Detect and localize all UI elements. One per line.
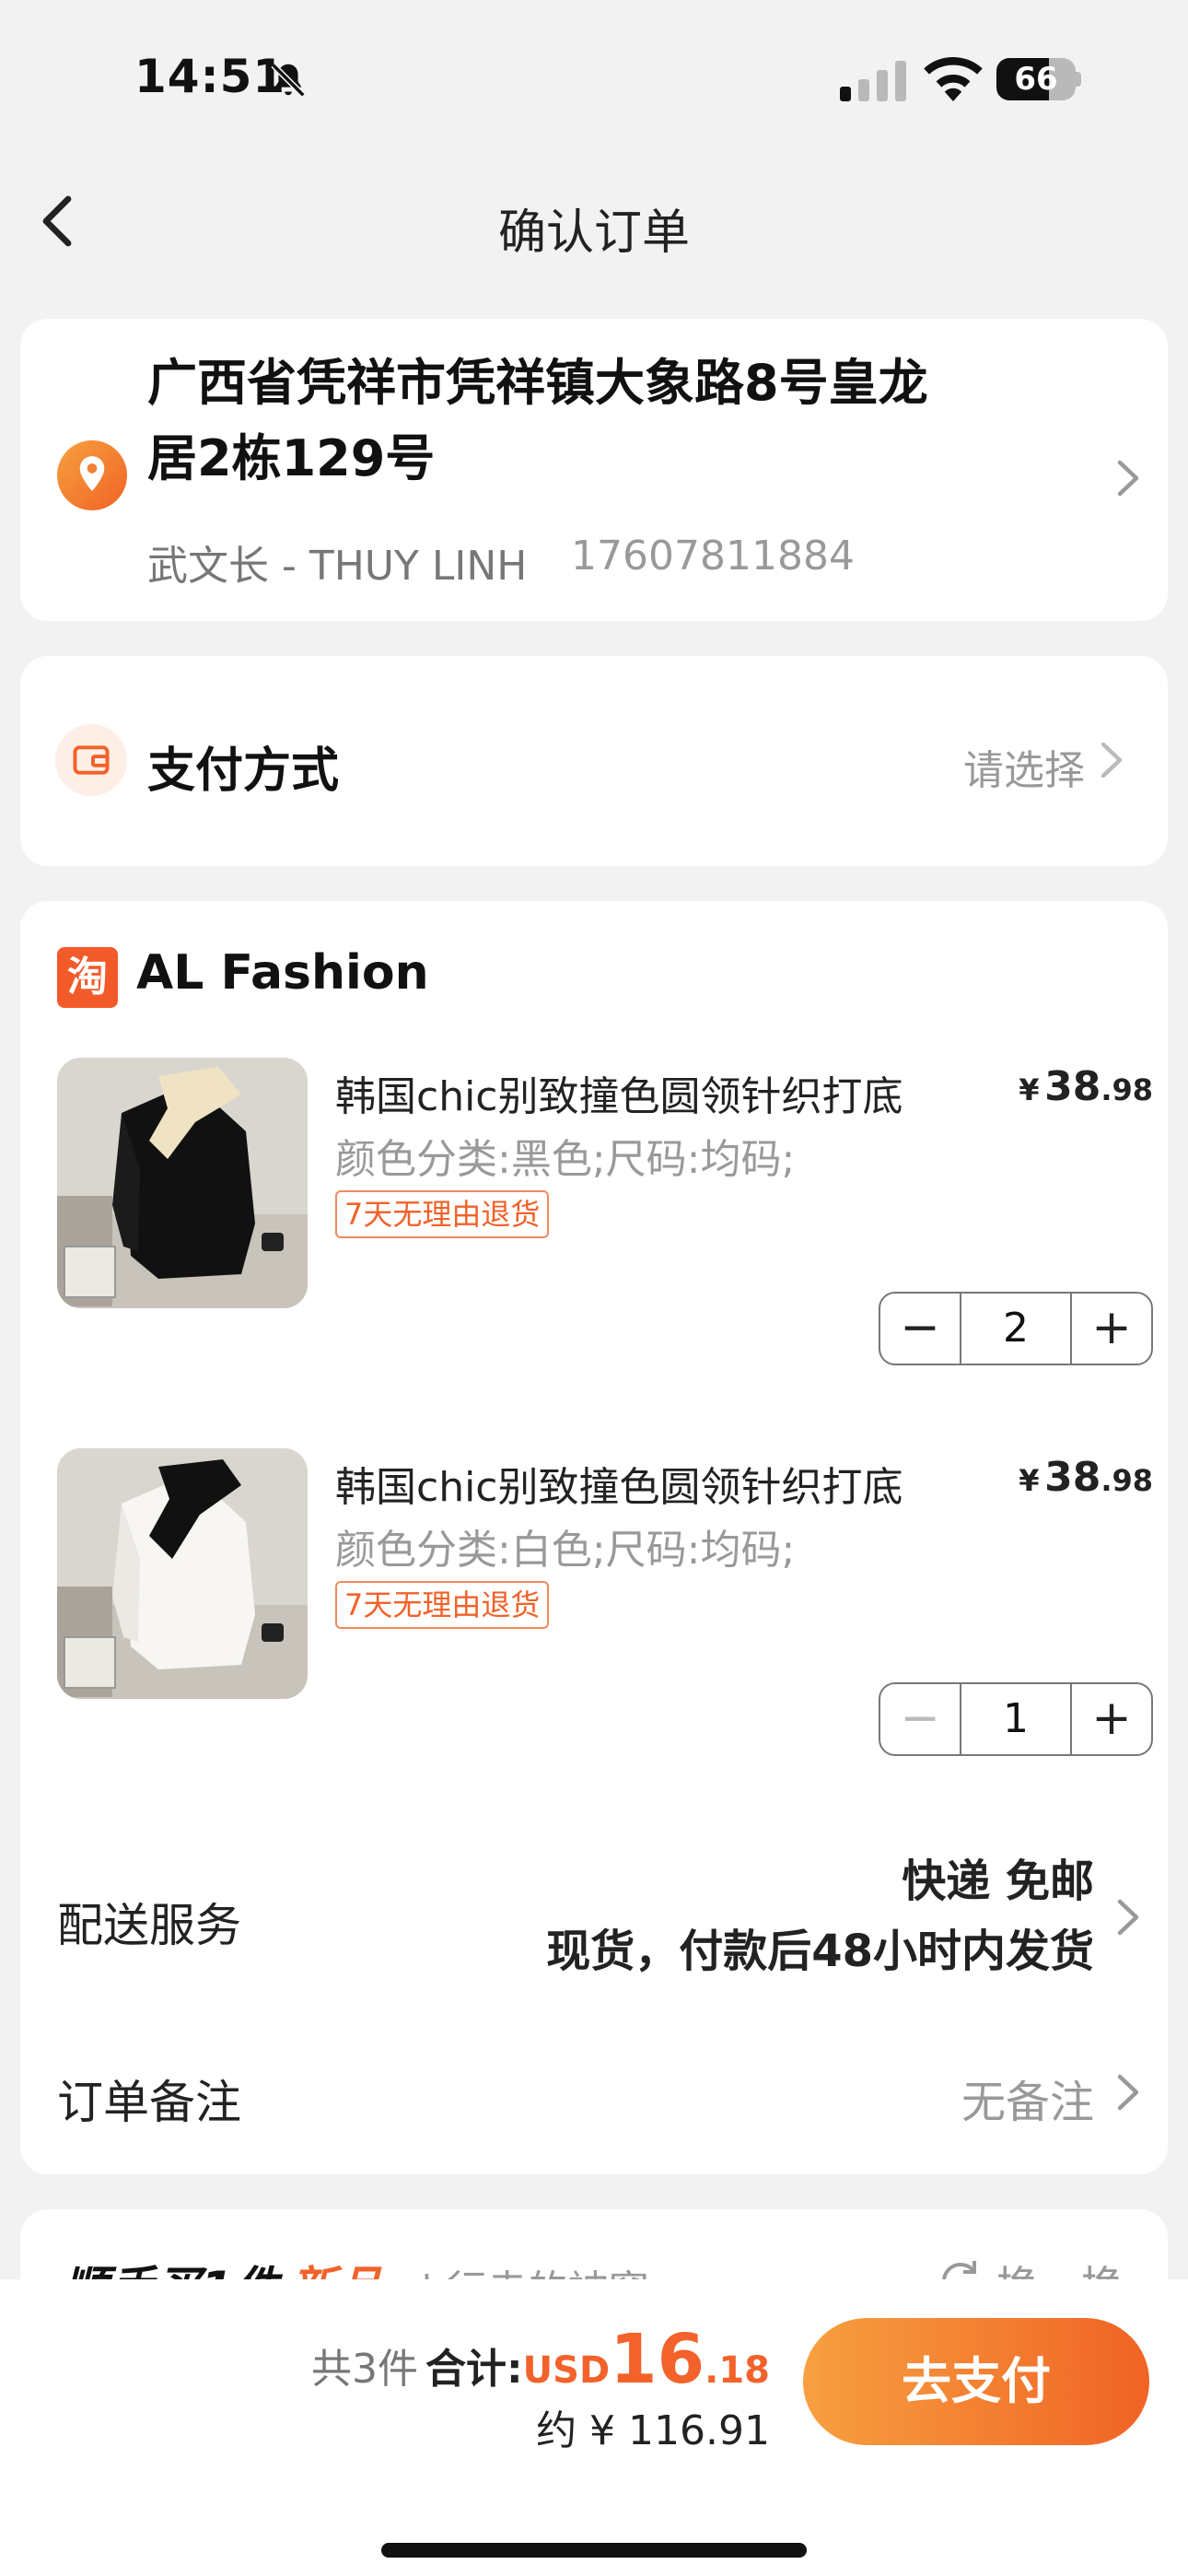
home-indicator[interactable] [381,2543,807,2558]
pay-button[interactable]: 去支付 [803,2318,1149,2445]
wifi-icon [924,57,983,101]
order-note-label: 订单备注 [57,2076,241,2129]
wallet-icon [55,724,127,796]
shop-name[interactable]: AL Fashion [136,945,429,1001]
total-currency: USD [522,2349,611,2392]
delivery-time[interactable]: 现货，付款后48小时内发货 [546,1914,1094,1979]
product-item: 韩国chic别致撞色圆领针织打底 ¥ 38.98 颜色分类:白色;尺码:均码; … [57,1448,1153,1798]
product-spec: 颜色分类:黑色;尺码:均码; [335,1136,796,1183]
total-amount: 16 [610,2320,705,2399]
delivery-label: 配送服务 [57,1899,241,1952]
return-policy-badge: 7天无理由退货 [335,1190,550,1238]
address-card[interactable]: 广西省凭祥市凭祥镇大象路8号皇龙 居2栋129号 武文长 - THUY LINH… [20,319,1168,621]
product-item: 韩国chic别致撞色圆领针织打底 ¥ 38.98 颜色分类:黑色;尺码:均码; … [57,1058,1153,1408]
chevron-right-icon [1117,460,1139,497]
taobao-logo-icon: 淘 [57,947,118,1008]
address-line-1: 广西省凭祥市凭祥镇大象路8号皇龙 [147,354,928,412]
order-note-value[interactable]: 无备注 [961,2066,1094,2130]
total-label: 合计: [425,2346,523,2393]
product-spec: 颜色分类:白色;尺码:均码; [335,1527,796,1574]
product-image[interactable] [57,1448,308,1699]
product-title[interactable]: 韩国chic别致撞色圆领针织打底 [335,1454,903,1513]
order-total: 共3件 合计:USD16.18 [311,2320,770,2399]
quantity-stepper: − 1 + [879,1682,1153,1756]
approx-total: 约 ¥ 116.91 [536,2407,770,2454]
quantity-increase-button[interactable]: + [1072,1294,1151,1364]
recipient-phone: 17607811884 [571,533,855,580]
product-price: ¥ 38.98 [1019,1063,1153,1110]
item-count: 共3件 [311,2346,419,2393]
payment-label: 支付方式 [147,744,340,799]
chevron-right-icon [1117,2074,1139,2111]
location-pin-icon [57,440,127,510]
bell-slash-icon [271,63,306,98]
quantity-value[interactable]: 1 [960,1684,1072,1754]
quantity-decrease-button[interactable]: − [880,1684,960,1754]
page-title: 确认订单 [497,205,690,261]
checkout-bar: 共3件 合计:USD16.18 约 ¥ 116.91 去支付 [0,2279,1188,2576]
quantity-increase-button[interactable]: + [1072,1684,1151,1754]
product-title[interactable]: 韩国chic别致撞色圆领针织打底 [335,1063,903,1122]
nav-bar: 确认订单 [0,157,1188,286]
payment-method-row[interactable]: 支付方式 请选择 [20,656,1168,866]
battery-level: 66 [1014,61,1058,98]
product-image[interactable] [57,1058,308,1308]
battery-icon: 66 [996,58,1081,100]
status-bar: 14:51 66 [0,0,1188,157]
status-time: 14:51 [134,50,286,103]
signal-icon [840,61,906,101]
shop-card: 淘 AL Fashion 韩国chic别致撞色圆领针织打底 ¥ 38.98 颜色… [20,901,1168,2174]
quantity-decrease-button[interactable]: − [880,1294,960,1364]
recipient-name: 武文长 - THUY LINH [147,543,528,590]
delivery-method[interactable]: 快递 免邮 [902,1844,1094,1909]
quantity-value[interactable]: 2 [960,1294,1072,1364]
payment-value: 请选择 [963,747,1085,794]
chevron-right-icon [1117,1899,1139,1936]
return-policy-badge: 7天无理由退货 [335,1581,550,1629]
address-line-2: 居2栋129号 [147,429,436,487]
product-price: ¥ 38.98 [1019,1454,1153,1501]
quantity-stepper: − 2 + [879,1292,1153,1365]
chevron-right-icon [1101,742,1123,779]
